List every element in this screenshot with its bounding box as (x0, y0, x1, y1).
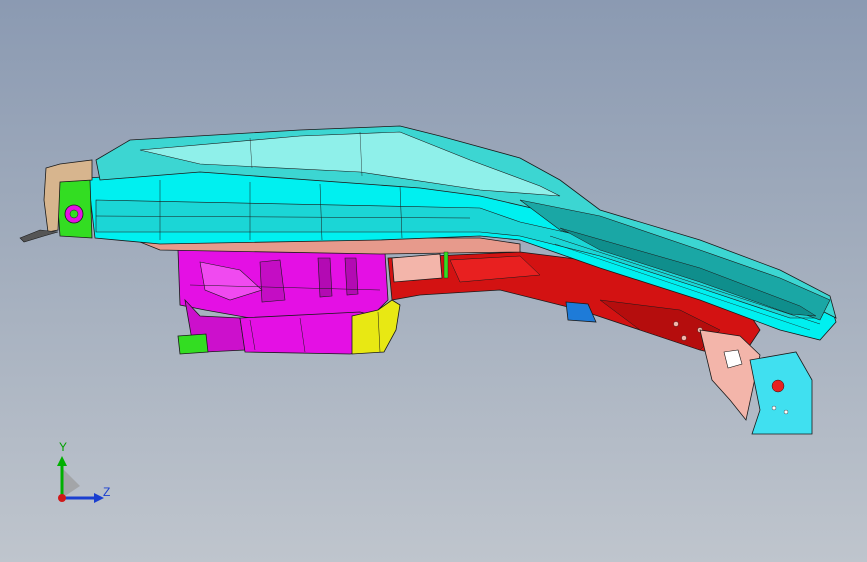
y-axis-label: Y (59, 440, 68, 454)
coordinate-triad: Y Z (40, 438, 120, 518)
green-clip-part[interactable] (177, 333, 209, 355)
green-end-part[interactable] (55, 179, 93, 239)
graphics-viewport[interactable]: Y Z (0, 0, 867, 562)
cad-model-view[interactable] (0, 0, 867, 562)
y-axis-arrow (57, 456, 67, 466)
cyan-lower-bracket-part[interactable] (749, 351, 813, 435)
x-axis-dot (58, 494, 66, 502)
green-pin-part[interactable] (443, 251, 449, 279)
triad-axes-icon (57, 456, 104, 503)
z-axis-label: Z (103, 485, 111, 499)
